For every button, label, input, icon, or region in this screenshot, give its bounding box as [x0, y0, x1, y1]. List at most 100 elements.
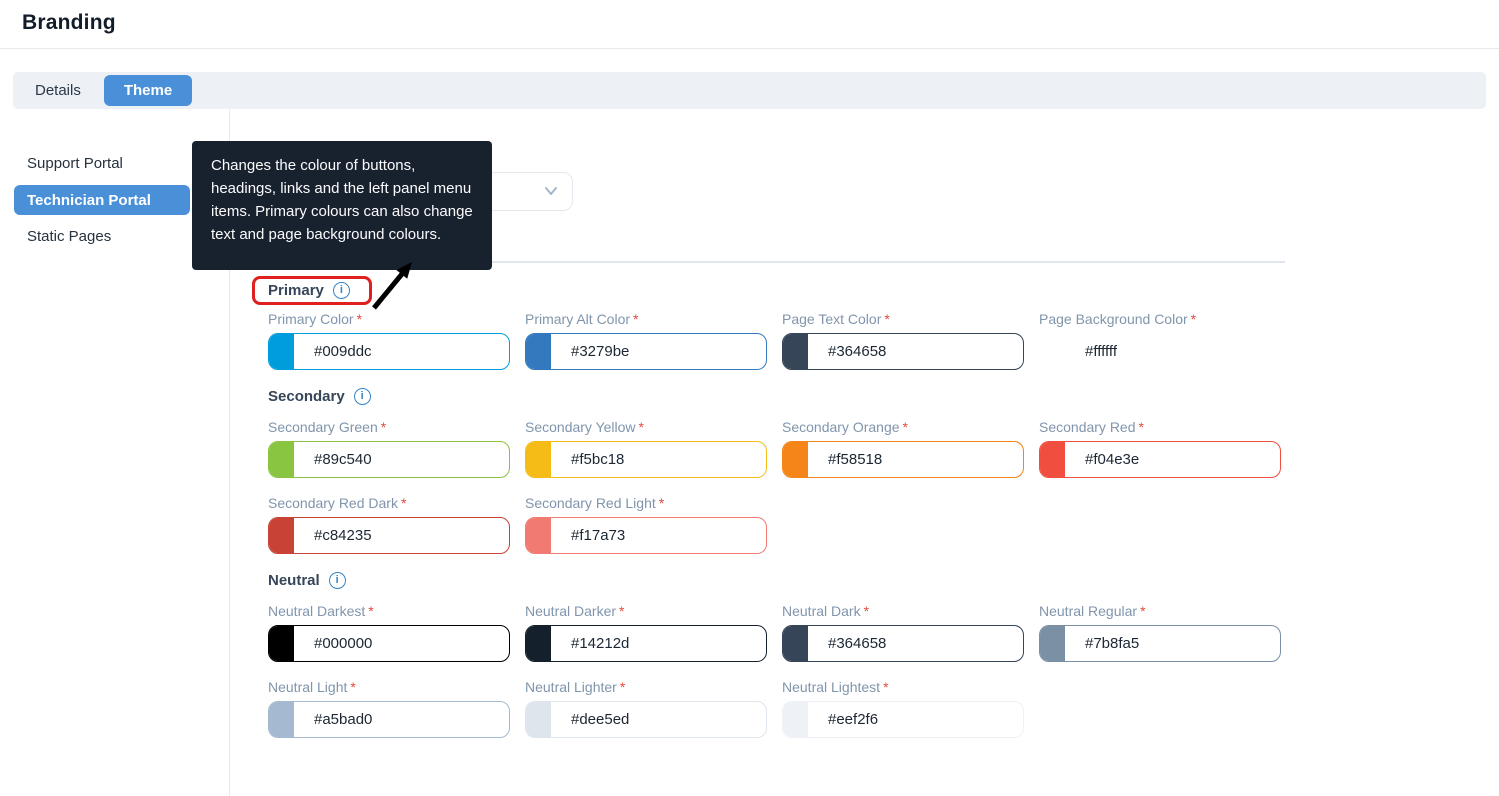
color-field-secondary-red-dark: Secondary Red Dark * #c84235	[268, 495, 525, 554]
section-secondary: Secondary i Secondary Green * #89c540 Sec…	[268, 388, 1368, 554]
color-input[interactable]: #009ddc	[268, 333, 510, 370]
color-input[interactable]: #364658	[782, 333, 1024, 370]
field-label: Neutral Dark *	[782, 603, 870, 619]
color-swatch	[526, 334, 551, 369]
theme-color-form: Primary i Primary Color * #009ddc Primary…	[252, 276, 1368, 738]
page-header: Branding	[0, 0, 1499, 49]
branding-page: Branding Details Theme Support Portal Te…	[0, 0, 1499, 796]
color-field-secondary-red: Secondary Red * #f04e3e	[1039, 419, 1296, 478]
required-marker: *	[1140, 603, 1146, 619]
color-field-neutral-darkest: Neutral Darkest * #000000	[268, 603, 525, 662]
color-input[interactable]: #3279be	[525, 333, 767, 370]
color-input[interactable]: #eef2f6	[782, 701, 1024, 738]
required-marker: *	[863, 603, 870, 619]
required-marker: *	[902, 419, 908, 435]
color-input[interactable]: #a5bad0	[268, 701, 510, 738]
color-swatch	[526, 442, 551, 477]
required-marker: *	[619, 679, 626, 695]
info-tooltip: Changes the colour of buttons, headings,…	[192, 141, 492, 270]
tab-theme[interactable]: Theme	[103, 75, 193, 106]
info-icon[interactable]: i	[328, 572, 346, 589]
required-marker: *	[356, 311, 363, 327]
field-label: Secondary Red *	[1039, 419, 1144, 435]
field-label: Secondary Yellow *	[525, 419, 644, 435]
color-input[interactable]: #f04e3e	[1039, 441, 1281, 478]
color-field-secondary-yellow: Secondary Yellow * #f5bc18	[525, 419, 782, 478]
color-input[interactable]: #f17a73	[525, 517, 767, 554]
color-input[interactable]: #89c540	[268, 441, 510, 478]
required-marker: *	[350, 679, 356, 695]
field-label: Secondary Orange *	[782, 419, 908, 435]
field-label: Secondary Green *	[268, 419, 387, 435]
section-primary-title: Primary	[268, 282, 324, 299]
color-value: #a5bad0	[314, 711, 373, 728]
required-marker: *	[380, 419, 387, 435]
color-field-primary-color: Primary Color * #009ddc	[268, 311, 525, 370]
color-input[interactable]: #c84235	[268, 517, 510, 554]
field-label: Neutral Lightest *	[782, 679, 889, 695]
color-input[interactable]: #f58518	[782, 441, 1024, 478]
required-marker: *	[658, 495, 665, 511]
primary-fields-grid: Primary Color * #009ddc Primary Alt Color…	[268, 311, 1368, 370]
color-input[interactable]: #ffffff	[1039, 333, 1281, 370]
color-input[interactable]: #f5bc18	[525, 441, 767, 478]
color-swatch	[783, 626, 808, 661]
color-value: #89c540	[314, 451, 372, 468]
color-swatch	[783, 702, 808, 737]
section-neutral: Neutral i Neutral Darkest * #000000 Neutr…	[268, 572, 1368, 738]
color-value: #009ddc	[314, 343, 372, 360]
color-input[interactable]: #364658	[782, 625, 1024, 662]
color-field-secondary-green: Secondary Green * #89c540	[268, 419, 525, 478]
color-swatch	[526, 626, 551, 661]
color-value: #364658	[828, 635, 887, 652]
color-field-page-background-color: Page Background Color * #ffffff	[1039, 311, 1296, 370]
color-field-secondary-red-light: Secondary Red Light * #f17a73	[525, 495, 782, 554]
info-icon[interactable]: i	[332, 282, 350, 299]
color-input[interactable]: #dee5ed	[525, 701, 767, 738]
required-marker: *	[400, 495, 407, 511]
color-swatch	[269, 626, 294, 661]
annotation-arrow-icon	[372, 262, 412, 310]
section-neutral-title: Neutral	[268, 572, 320, 589]
color-field-primary-alt-color: Primary Alt Color * #3279be	[525, 311, 782, 370]
section-neutral-header: Neutral i	[268, 572, 346, 589]
field-label: Page Background Color *	[1039, 311, 1197, 327]
color-field-secondary-orange: Secondary Orange * #f58518	[782, 419, 1039, 478]
color-swatch	[783, 334, 808, 369]
color-value: #f5bc18	[571, 451, 625, 468]
field-label: Secondary Red Light *	[525, 495, 665, 511]
required-marker: *	[884, 311, 890, 327]
info-icon[interactable]: i	[353, 388, 371, 405]
sidebar-item-technician-portal[interactable]: Technician Portal	[14, 185, 190, 215]
color-field-neutral-lighter: Neutral Lighter * #dee5ed	[525, 679, 782, 738]
required-marker: *	[633, 311, 639, 327]
color-input[interactable]: #7b8fa5	[1039, 625, 1281, 662]
color-field-page-text-color: Page Text Color * #364658	[782, 311, 1039, 370]
page-title: Branding	[22, 11, 116, 34]
color-value: #eef2f6	[828, 711, 879, 728]
sidebar-item-support-portal[interactable]: Support Portal	[27, 155, 123, 172]
color-value: #7b8fa5	[1085, 635, 1140, 652]
section-secondary-header: Secondary i	[268, 388, 371, 405]
sidebar-item-static-pages[interactable]: Static Pages	[27, 228, 111, 245]
required-marker: *	[638, 419, 644, 435]
color-swatch	[269, 702, 294, 737]
color-value: #dee5ed	[571, 711, 630, 728]
color-value: #3279be	[571, 343, 630, 360]
required-marker: *	[1190, 311, 1197, 327]
color-value: #f04e3e	[1085, 451, 1140, 468]
color-swatch	[526, 702, 551, 737]
color-input[interactable]: #000000	[268, 625, 510, 662]
color-field-neutral-lightest: Neutral Lightest * #eef2f6	[782, 679, 1039, 738]
color-field-neutral-dark: Neutral Dark * #364658	[782, 603, 1039, 662]
section-primary-header: Primary i	[252, 276, 372, 305]
tab-details[interactable]: Details	[35, 82, 81, 99]
color-input[interactable]: #14212d	[525, 625, 767, 662]
color-value: #14212d	[571, 635, 630, 652]
field-label: Neutral Darkest *	[268, 603, 374, 619]
color-field-neutral-light: Neutral Light * #a5bad0	[268, 679, 525, 738]
color-value: #364658	[828, 343, 887, 360]
color-value: #ffffff	[1085, 343, 1117, 360]
field-label: Neutral Darker *	[525, 603, 625, 619]
color-value: #f17a73	[571, 527, 626, 544]
